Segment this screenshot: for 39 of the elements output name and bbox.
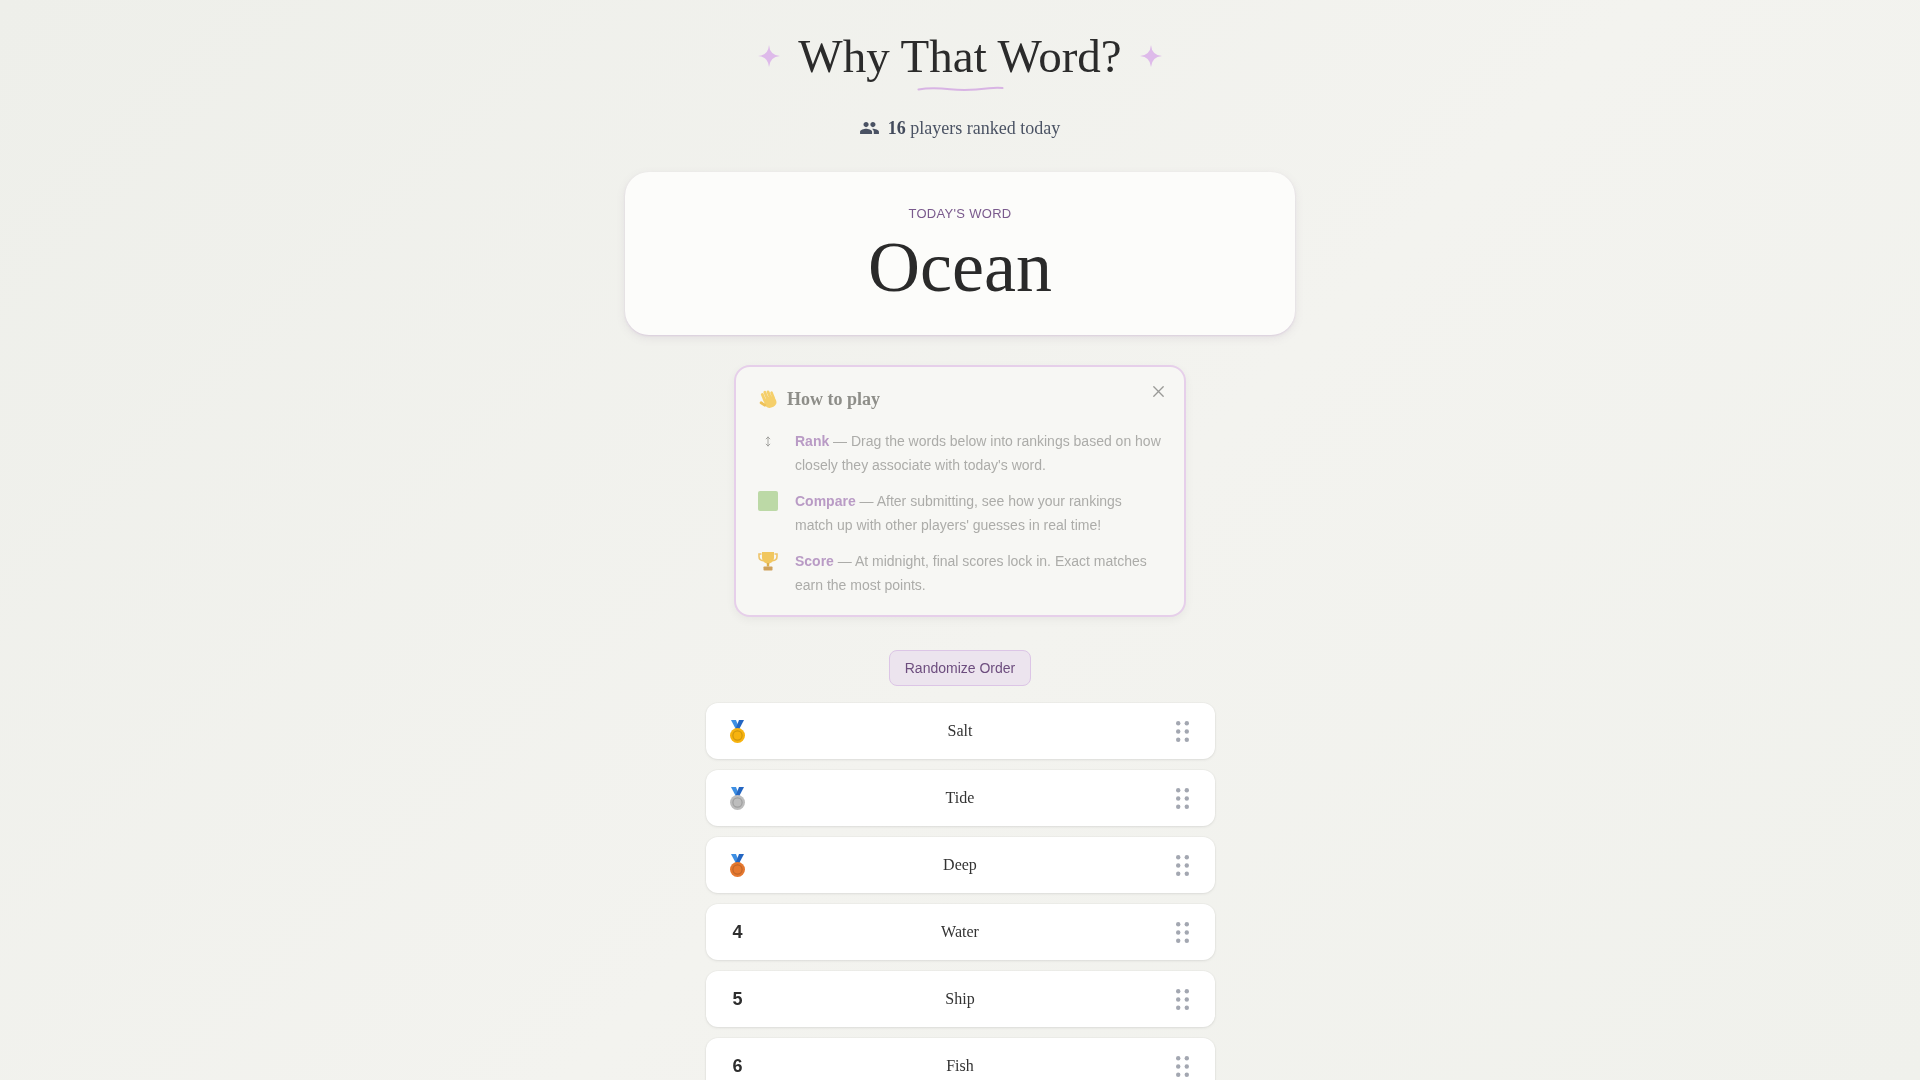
rank-number: 6 [732,1055,743,1077]
ranking-row[interactable]: Salt [705,703,1215,759]
ranking-word: Deep [943,856,977,874]
rule-text: Compare — After submitting, see how your rankings match up with other players' guesses in real time! [795,492,1123,535]
ranking-word: Salt [947,722,973,740]
rule-text: Score — At midnight, final scores lock in. Exact matches earn the most points. [795,552,1148,595]
ranking-row[interactable]: 4 Water [705,904,1215,960]
randomize-button[interactable]: Randomize Order [888,650,1032,686]
ranking-word: Fish [946,1057,974,1075]
daily-word: Ocean [868,228,1052,307]
ranking-row[interactable]: Deep [705,837,1215,893]
drag-handle-icon[interactable] [1176,988,1189,1010]
word-label: TODAY'S WORD [908,205,1012,223]
ranking-word: Ship [945,990,975,1008]
rank-number: 5 [732,988,743,1010]
drag-handle-icon[interactable] [1176,854,1189,876]
waving-hand-icon [758,389,777,409]
ranking-row[interactable]: 5 Ship [705,971,1215,1027]
drag-handle-icon[interactable] [1176,921,1189,943]
players-summary: 16 players ranked today [887,117,1061,140]
drag-handle-icon[interactable] [1176,1055,1189,1077]
sparkle-icon [1139,45,1162,67]
rank-number: 4 [732,921,743,943]
page-title: Why That Word? [798,29,1122,84]
ranking-row[interactable]: Tide [705,770,1215,826]
ranking-word: Tide [945,789,975,807]
ranking-word: Water [941,923,979,941]
trophy-icon [758,551,778,571]
close-icon [1152,385,1164,397]
square-icon [758,491,778,511]
sparkle-icon [758,45,781,67]
people-icon [859,122,879,134]
rule-text: Rank — Drag the words below into rankings based on how closely they associate with today's word. [795,432,1162,475]
squiggle-icon [916,85,1004,92]
panel-title: How to play [787,388,880,411]
drag-handle-icon[interactable] [1176,720,1189,742]
ranking-row[interactable]: 6 Fish [705,1038,1215,1080]
up-down-arrow-icon [765,435,771,447]
drag-handle-icon[interactable] [1176,787,1189,809]
